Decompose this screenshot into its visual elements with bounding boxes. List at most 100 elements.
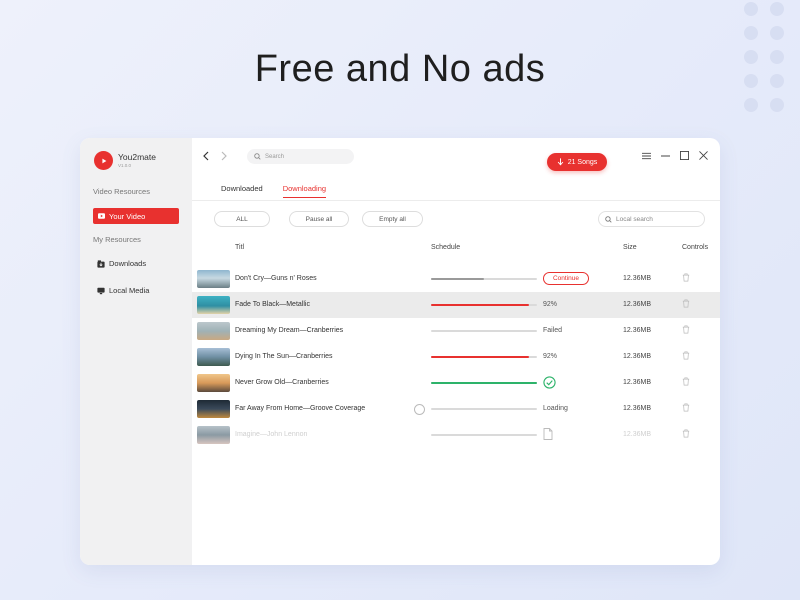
table-row[interactable]: Don't Cry—Guns n' Roses Continue 12.36MB	[192, 266, 720, 292]
all-button[interactable]: ALL	[214, 211, 270, 227]
row-status: Failed	[543, 327, 563, 334]
progress-fill	[431, 278, 484, 280]
row-size: 12.36MB	[623, 327, 652, 334]
play-logo-icon	[94, 151, 113, 170]
row-size: 12.36MB	[623, 301, 652, 308]
row-title: Dreaming My Dream—Cranberries	[235, 327, 344, 334]
local-search-input[interactable]: Local search	[598, 211, 705, 227]
headline: Free and No ads	[254, 48, 546, 90]
row-title: Far Away From Home—Groove Coverage	[235, 405, 366, 412]
search-input[interactable]: Search	[247, 149, 354, 164]
tab-downloaded[interactable]: Downloaded	[221, 184, 263, 198]
column-header-size: Size	[623, 244, 637, 251]
local-search-placeholder: Local search	[616, 215, 653, 223]
row-size: 12.36MB	[623, 275, 652, 282]
trash-icon[interactable]	[682, 403, 690, 412]
minimize-icon[interactable]	[661, 152, 670, 160]
sidebar-item-label: Downloads	[109, 259, 147, 268]
row-title: Never Grow Old—Cranberries	[235, 379, 329, 386]
row-title: Imagine—John Lennon	[235, 431, 308, 438]
row-size: 12.36MB	[623, 379, 652, 386]
table-row[interactable]: Far Away From Home—Groove Coverage Loadi…	[192, 396, 720, 422]
thumbnail	[197, 400, 230, 418]
app-name: You2mate	[118, 152, 156, 162]
row-status: 92%	[543, 301, 558, 308]
row-title: Don't Cry—Guns n' Roses	[235, 275, 317, 282]
monitor-icon	[97, 287, 105, 294]
continue-button[interactable]: Continue	[543, 272, 589, 285]
progress-fill	[431, 356, 529, 358]
loading-spinner-icon	[414, 404, 425, 415]
table-row[interactable]: Fade To Black—Metallic 92% 12.36MB	[192, 292, 720, 318]
songs-count-label: 21 Songs	[567, 158, 598, 166]
close-icon[interactable]	[699, 151, 708, 160]
section-my-resources: My Resources	[93, 235, 141, 244]
thumbnail	[197, 322, 230, 340]
sidebar-item-your-video[interactable]: Your Video	[93, 208, 179, 224]
thumbnail	[197, 296, 230, 314]
row-size: 12.36MB	[623, 405, 652, 412]
nav-arrows	[202, 151, 228, 161]
thumbnail	[197, 348, 230, 366]
table-row[interactable]: Dreaming My Dream—Cranberries Failed 12.…	[192, 318, 720, 344]
app-window: You2mate V1.0.0 Video Resources Your Vid…	[80, 138, 720, 565]
progress-bar	[431, 304, 537, 306]
section-video-resources: Video Resources	[93, 187, 150, 196]
column-header-controls: Controls	[682, 244, 709, 251]
progress-bar	[431, 408, 537, 410]
search-placeholder: Search	[265, 153, 285, 160]
progress-bar	[431, 330, 537, 332]
window-controls	[642, 151, 708, 160]
file-icon	[543, 428, 553, 440]
search-icon	[254, 153, 261, 160]
trash-icon[interactable]	[682, 429, 690, 438]
trash-icon[interactable]	[682, 351, 690, 360]
sidebar-item-local-media[interactable]: Local Media	[97, 286, 149, 295]
sidebar-item-label: Local Media	[109, 286, 150, 295]
main-panel: Search 21 Songs Downloaded Downloading A…	[192, 138, 720, 565]
divider	[192, 200, 720, 201]
trash-icon[interactable]	[682, 325, 690, 334]
table-row[interactable]: Dying In The Sun—Cranberries 92% 12.36MB	[192, 344, 720, 370]
sidebar-item-label: Your Video	[109, 211, 146, 221]
row-size: 12.36MB	[623, 431, 652, 438]
tab-bar: Downloaded Downloading	[221, 184, 327, 198]
sidebar: You2mate V1.0.0 Video Resources Your Vid…	[80, 138, 192, 565]
pause-all-button[interactable]: Pause all	[289, 211, 349, 227]
thumbnail	[197, 426, 230, 444]
trash-icon[interactable]	[682, 273, 690, 282]
thumbnail	[197, 270, 230, 288]
row-status: Loading	[543, 405, 568, 412]
video-icon	[98, 213, 105, 219]
sidebar-item-downloads[interactable]: Downloads	[97, 259, 146, 268]
check-circle-icon	[543, 376, 556, 389]
progress-fill	[431, 382, 537, 384]
trash-icon[interactable]	[682, 299, 690, 308]
download-arrow-icon	[557, 158, 563, 166]
row-title: Fade To Black—Metallic	[235, 301, 310, 308]
row-size: 12.36MB	[623, 353, 652, 360]
search-icon	[605, 215, 612, 223]
trash-icon[interactable]	[682, 377, 690, 386]
table-row[interactable]: Never Grow Old—Cranberries 12.36MB	[192, 370, 720, 396]
app-version: V1.0.0	[118, 162, 132, 168]
progress-bar	[431, 382, 537, 384]
column-header-title: Titl	[235, 244, 245, 251]
progress-bar	[431, 356, 537, 358]
progress-bar	[431, 278, 537, 280]
forward-arrow-icon[interactable]	[220, 151, 228, 161]
download-icon	[97, 259, 105, 268]
tab-downloading[interactable]: Downloading	[282, 184, 327, 198]
column-header-schedule: Schedule	[431, 244, 461, 251]
thumbnail	[197, 374, 230, 392]
progress-fill	[431, 304, 529, 306]
songs-count-button[interactable]: 21 Songs	[547, 153, 607, 171]
app-logo: You2mate V1.0.0	[94, 151, 156, 170]
empty-all-button[interactable]: Empty all	[362, 211, 423, 227]
table-row[interactable]: Imagine—John Lennon 12.36MB	[192, 422, 720, 448]
back-arrow-icon[interactable]	[202, 151, 210, 161]
menu-icon[interactable]	[642, 152, 651, 160]
row-status: 92%	[543, 353, 558, 360]
progress-bar	[431, 434, 537, 436]
maximize-icon[interactable]	[680, 151, 689, 160]
